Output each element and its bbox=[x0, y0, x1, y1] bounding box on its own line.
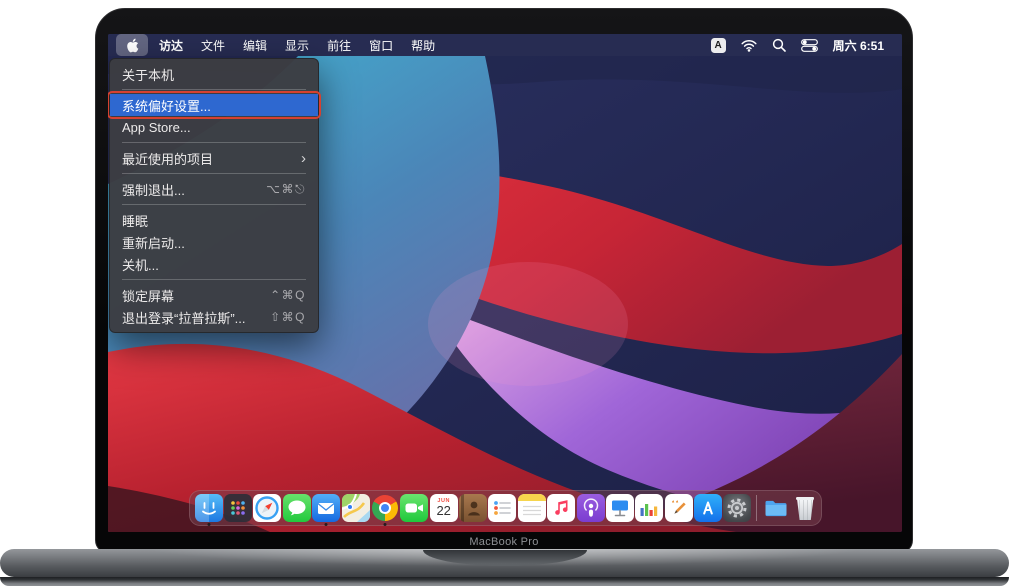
dock-maps-icon[interactable] bbox=[342, 494, 370, 522]
menubar-item-finder[interactable]: 访达 bbox=[150, 34, 192, 56]
menu-item-lock-screen[interactable]: 锁定屏幕 ⌃⌘Q bbox=[110, 284, 318, 306]
dock-numbers-icon[interactable] bbox=[635, 494, 663, 522]
menubar-item-edit[interactable]: 编辑 bbox=[234, 34, 276, 56]
menu-bar: 访达 文件 编辑 显示 前往 窗口 帮助 A bbox=[108, 34, 902, 56]
menu-separator bbox=[122, 279, 306, 280]
menu-item-app-store[interactable]: App Store... bbox=[110, 116, 318, 138]
apple-menu-button[interactable] bbox=[116, 34, 148, 56]
menu-item-system-preferences[interactable]: 系统偏好设置... bbox=[110, 94, 318, 116]
menubar-item-window[interactable]: 窗口 bbox=[360, 34, 402, 56]
dock-reminders-icon[interactable] bbox=[488, 494, 516, 522]
menu-item-log-out[interactable]: 退出登录“拉普拉斯”... ⇧⌘Q bbox=[110, 306, 318, 328]
input-source-icon[interactable]: A bbox=[711, 38, 726, 53]
menu-item-restart[interactable]: 重新启动... bbox=[110, 231, 318, 253]
dock-facetime-icon[interactable] bbox=[400, 494, 428, 522]
dock-chrome-icon[interactable] bbox=[371, 494, 399, 522]
menu-separator bbox=[122, 89, 306, 90]
dock-system-preferences-icon[interactable] bbox=[723, 494, 751, 522]
macbook-base-edge bbox=[0, 577, 1009, 586]
menubar-clock[interactable]: 周六 6:51 bbox=[833, 37, 884, 54]
dock-downloads-folder-icon[interactable] bbox=[762, 494, 790, 522]
dock-finder-icon[interactable] bbox=[195, 494, 223, 522]
dock-music-icon[interactable] bbox=[547, 494, 575, 522]
shortcut-label: ⌥⌘⎋ bbox=[266, 182, 306, 197]
screenshot: 访达 文件 编辑 显示 前往 窗口 帮助 A bbox=[0, 0, 1009, 586]
desktop: 访达 文件 编辑 显示 前往 窗口 帮助 A bbox=[108, 34, 902, 532]
dock-messages-icon[interactable] bbox=[283, 494, 311, 522]
dock-safari-icon[interactable] bbox=[253, 494, 281, 522]
shortcut-label: ⌃⌘Q bbox=[270, 288, 306, 302]
menubar-item-go[interactable]: 前往 bbox=[318, 34, 360, 56]
dock-trash-icon[interactable] bbox=[791, 494, 819, 522]
dock-calendar-icon[interactable]: JUN 22 bbox=[430, 494, 458, 522]
menu-item-about-this-mac[interactable]: 关于本机 bbox=[110, 63, 318, 85]
menu-item-recent-items[interactable]: 最近使用的项目 › bbox=[110, 147, 318, 169]
menubar-item-view[interactable]: 显示 bbox=[276, 34, 318, 56]
dock: JUN 22 bbox=[189, 490, 822, 526]
menubar-item-help[interactable]: 帮助 bbox=[402, 34, 444, 56]
menubar-item-file[interactable]: 文件 bbox=[192, 34, 234, 56]
dock-notes-icon[interactable] bbox=[518, 494, 546, 522]
dock-launchpad-icon[interactable] bbox=[224, 494, 252, 522]
wifi-icon[interactable] bbox=[741, 39, 757, 52]
menu-item-shut-down[interactable]: 关机... bbox=[110, 253, 318, 275]
apple-menu: 关于本机 系统偏好设置... App Store... 最近使用的项目 › 强制… bbox=[109, 58, 319, 333]
menubar-status-area: A bbox=[711, 37, 896, 54]
menu-separator bbox=[122, 142, 306, 143]
dock-podcasts-icon[interactable] bbox=[577, 494, 605, 522]
dock-keynote-icon[interactable] bbox=[606, 494, 634, 522]
dock-separator bbox=[756, 495, 757, 521]
control-center-icon[interactable] bbox=[801, 39, 818, 52]
submenu-chevron-icon: › bbox=[301, 151, 306, 166]
device-label: MacBook Pro bbox=[96, 536, 912, 548]
dock-app-store-icon[interactable] bbox=[694, 494, 722, 522]
dock-contacts-icon[interactable] bbox=[459, 494, 487, 522]
calendar-day: 22 bbox=[436, 504, 450, 518]
apple-logo-icon bbox=[126, 38, 139, 53]
menu-separator bbox=[122, 204, 306, 205]
menu-separator bbox=[122, 173, 306, 174]
macbook-frame: 访达 文件 编辑 显示 前往 窗口 帮助 A bbox=[95, 8, 913, 554]
dock-mail-icon[interactable] bbox=[312, 494, 340, 522]
shortcut-label: ⇧⌘Q bbox=[270, 310, 306, 324]
menu-item-force-quit[interactable]: 强制退出... ⌥⌘⎋ bbox=[110, 178, 318, 200]
spotlight-search-icon[interactable] bbox=[772, 38, 786, 52]
dock-pages-icon[interactable] bbox=[665, 494, 693, 522]
menu-item-sleep[interactable]: 睡眠 bbox=[110, 209, 318, 231]
